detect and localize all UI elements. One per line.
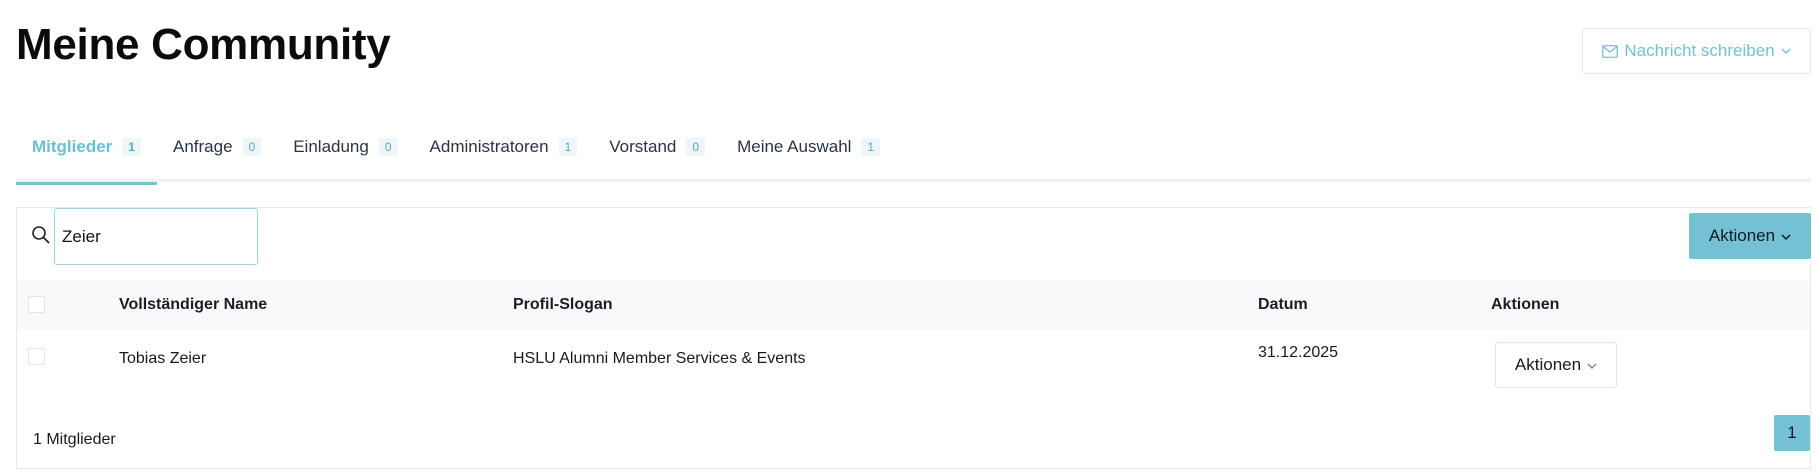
pagination-page-button[interactable]: 1 — [1774, 415, 1810, 451]
tab-mitglieder[interactable]: Mitglieder 1 — [16, 112, 157, 185]
search-input[interactable] — [54, 208, 258, 265]
column-header-slogan[interactable]: Profil-Slogan — [513, 296, 613, 314]
column-header-name[interactable]: Vollständiger Name — [119, 296, 267, 314]
search-icon — [31, 225, 53, 247]
tab-count-badge: 1 — [861, 138, 881, 156]
tab-label: Vorstand — [609, 137, 677, 156]
write-message-label: Nachricht schreiben — [1624, 41, 1775, 60]
tab-vorstand[interactable]: Vorstand 0 — [593, 112, 721, 182]
tab-label: Einladung — [293, 137, 369, 156]
member-slogan: HSLU Alumni Member Services & Events — [513, 350, 806, 367]
tab-label: Mitglieder — [32, 137, 113, 156]
bulk-actions-label: Aktionen — [1708, 226, 1776, 245]
write-message-button[interactable]: Nachricht schreiben — [1582, 28, 1811, 74]
tab-administratoren[interactable]: Administratoren 1 — [414, 112, 594, 182]
chevron-down-icon — [1781, 48, 1791, 55]
tab-meine-auswahl[interactable]: Meine Auswahl 1 — [721, 112, 896, 182]
tab-count-badge: 0 — [242, 138, 262, 156]
tab-count-badge: 1 — [122, 138, 141, 156]
tab-count-badge: 1 — [558, 138, 578, 156]
tab-label: Administratoren — [429, 137, 549, 156]
member-count: 1 Mitglieder — [33, 431, 116, 448]
tab-label: Anfrage — [172, 137, 233, 156]
page-title: Meine Community — [16, 20, 391, 69]
column-header-date[interactable]: Datum — [1258, 296, 1308, 314]
select-all-checkbox[interactable] — [28, 296, 45, 313]
member-date: 31.12.2025 — [1258, 344, 1339, 361]
envelope-icon — [1602, 44, 1619, 58]
community-tabs: Mitglieder 1 Anfrage 0 Einladung 0 Admin… — [16, 112, 1811, 185]
table-row: Tobias Zeier HSLU Alumni Member Services… — [17, 330, 1810, 408]
tab-count-badge: 0 — [378, 138, 398, 156]
row-checkbox[interactable] — [28, 348, 45, 365]
bulk-actions-button[interactable]: Aktionen — [1689, 213, 1811, 259]
chevron-down-icon — [1781, 226, 1791, 246]
tab-anfrage[interactable]: Anfrage 0 — [157, 112, 277, 182]
row-actions-button[interactable]: Aktionen — [1495, 342, 1617, 388]
members-panel: Aktionen Vollständiger Name Profil-Sloga… — [16, 207, 1811, 469]
chevron-down-icon — [1587, 355, 1597, 375]
tab-einladung[interactable]: Einladung 0 — [277, 112, 413, 182]
column-header-actions: Aktionen — [1491, 296, 1560, 313]
tab-label: Meine Auswahl — [737, 137, 852, 156]
tab-count-badge: 0 — [686, 138, 706, 156]
table-header: Vollständiger Name Profil-Slogan Datum A… — [17, 281, 1810, 330]
member-name[interactable]: Tobias Zeier — [119, 350, 206, 368]
row-actions-label: Aktionen — [1514, 355, 1582, 374]
